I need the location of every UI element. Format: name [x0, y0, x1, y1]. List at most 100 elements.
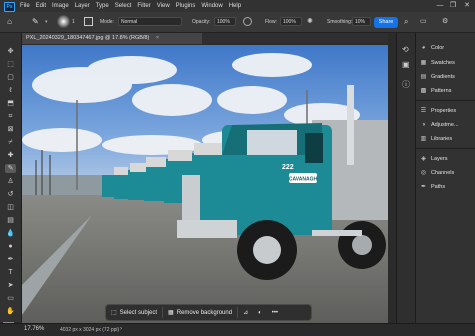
panel-adjustments[interactable]: ◑ Adjustme... [420, 119, 459, 131]
menu-type[interactable]: Type [96, 3, 109, 9]
info-icon[interactable]: ⓘ [402, 79, 410, 90]
panel-libraries[interactable]: ▥ Libraries [420, 133, 452, 145]
flow-label: Flow: [265, 19, 277, 25]
transform-button[interactable]: ⊿ [238, 309, 253, 316]
swatches-icon: ▦ [420, 59, 427, 66]
opacity-label: Opacity: [192, 19, 211, 25]
eraser-tool-icon[interactable]: ◫ [5, 203, 16, 212]
adjustments-icon: ◑ [421, 121, 426, 128]
history-brush-tool-icon[interactable]: ↺ [5, 190, 16, 199]
brush-settings-icon[interactable] [84, 17, 93, 26]
truck-brand-text: CAVANAGH [289, 177, 318, 183]
share-button[interactable]: Share [374, 17, 398, 28]
panel-label: Color [431, 45, 445, 51]
panel-swatches[interactable]: ▦ Swatches [420, 57, 455, 69]
fuel-tank [312, 230, 362, 236]
panel-paths[interactable]: ✒ Paths [420, 181, 445, 193]
opacity-field[interactable]: 100% [214, 17, 236, 26]
close-window-button[interactable]: ✕ [461, 1, 473, 11]
artboard-tool-icon[interactable]: ⬚ [5, 60, 16, 69]
document-image: CAVANAGH 222 [22, 45, 388, 323]
adjust-icon: ◐ [258, 309, 262, 316]
search-icon[interactable]: ⌕ [404, 17, 408, 27]
eyedropper-tool-icon[interactable]: ⌿ [5, 138, 16, 147]
path-selection-tool-icon[interactable]: ➤ [5, 281, 16, 290]
menu-layer[interactable]: Layer [75, 3, 90, 9]
brush-tool-icon-active[interactable]: ✎ [5, 164, 16, 173]
panel-layers[interactable]: ◈ Layers [420, 153, 448, 165]
bumper [177, 220, 237, 238]
minimize-button[interactable]: — [434, 1, 446, 11]
blur-tool-icon[interactable]: 💧 [5, 229, 16, 238]
workspace-icon[interactable]: ▭ [420, 17, 427, 25]
remove-background-button[interactable]: ▦ Remove background [163, 309, 237, 317]
mode-select[interactable]: Normal [118, 17, 182, 26]
brush-preset-icon[interactable] [57, 15, 70, 28]
move-tool-icon[interactable]: ✥ [5, 47, 16, 56]
canvas-area[interactable]: CAVANAGH 222 [22, 45, 388, 323]
contextual-task-bar: ⬚ Select subject ▦ Remove background ⊿ ◐… [105, 304, 312, 321]
menu-filter[interactable]: Filter [137, 3, 150, 9]
panel-patterns[interactable]: ▩ Patterns [420, 85, 452, 97]
hand-tool-icon[interactable]: ✋ [5, 307, 16, 316]
document-tab-title: PXL_20240329_180347467.jpg @ 17.8% (RGB/… [26, 35, 150, 41]
panel-label: Channels [431, 170, 455, 176]
pen-tool-icon[interactable]: ✒ [5, 255, 16, 264]
gradient-tool-icon[interactable]: ▤ [5, 216, 16, 225]
healing-brush-tool-icon[interactable]: ✚ [5, 151, 16, 160]
transform-icon: ⊿ [243, 310, 249, 316]
menu-help[interactable]: Help [229, 3, 241, 9]
marquee-tool-icon[interactable]: ▢ [5, 73, 16, 82]
menu-items: File Edit Image Layer Type Select Filter… [20, 0, 241, 12]
panel-channels[interactable]: ◎ Channels [420, 167, 454, 179]
menu-plugins[interactable]: Plugins [176, 3, 196, 9]
panel-gradients[interactable]: ▤ Gradients [420, 71, 455, 83]
layers-icon: ◈ [421, 155, 426, 162]
menu-image[interactable]: Image [52, 3, 69, 9]
panel-color[interactable]: ◕ Color [420, 42, 444, 54]
frame-tool-icon[interactable]: ⊠ [5, 125, 16, 134]
object-selection-tool-icon[interactable]: ⬒ [5, 99, 16, 108]
menu-select[interactable]: Select [115, 3, 132, 9]
menu-edit[interactable]: Edit [36, 3, 46, 9]
tab-close-icon[interactable]: × [156, 35, 159, 41]
more-options-button[interactable]: ••• [267, 310, 283, 316]
panel-label: Adjustme... [431, 122, 459, 128]
adjust-button[interactable]: ◐ [253, 310, 267, 316]
panel-divider [416, 148, 475, 149]
clone-stamp-tool-icon[interactable]: ♙ [5, 177, 16, 186]
rectangle-tool-icon[interactable]: ▭ [5, 294, 16, 303]
zoom-level[interactable]: 17.76% [24, 326, 44, 332]
smoothing-field[interactable]: 10% [352, 17, 371, 26]
windshield [247, 130, 297, 155]
brush-tool-icon[interactable]: ✎ [32, 16, 43, 27]
crop-tool-icon[interactable]: ⌗ [5, 112, 16, 121]
home-icon[interactable]: ⌂ [4, 16, 15, 27]
menu-file[interactable]: File [20, 3, 30, 9]
panel-label: Layers [431, 156, 448, 162]
type-tool-icon[interactable]: T [5, 268, 16, 277]
menu-bar: Ps File Edit Image Layer Type Select Fil… [0, 0, 475, 12]
select-subject-button[interactable]: ⬚ Select subject [106, 309, 162, 317]
status-bar: 17.76% 4032 px x 3024 px (72 ppi) › [0, 323, 475, 336]
chevron-down-icon[interactable]: ▾ [45, 19, 48, 25]
document-tab[interactable]: PXL_20240329_180347467.jpg @ 17.8% (RGB/… [22, 33, 202, 44]
menu-window[interactable]: Window [201, 3, 222, 9]
chevron-right-icon[interactable]: › [120, 326, 122, 332]
remove-background-icon: ▦ [168, 310, 174, 316]
panel-properties[interactable]: ☰ Properties [420, 105, 456, 117]
exhaust-stack [347, 85, 354, 165]
airbrush-icon[interactable]: ✺ [307, 17, 316, 26]
lasso-tool-icon[interactable]: ℓ [5, 86, 16, 95]
maximize-button[interactable]: ❐ [447, 1, 459, 11]
libraries-icon: ▥ [420, 135, 427, 142]
smoothing-label: Smoothing: [327, 19, 353, 25]
panel-icon-strip: ⟲ ▣ ⓘ [396, 33, 415, 323]
settings-icon[interactable]: ⚙ [442, 17, 448, 25]
history-icon[interactable]: ⟲ [402, 45, 409, 54]
menu-view[interactable]: View [157, 3, 170, 9]
comments-icon[interactable]: ▣ [402, 60, 410, 69]
pressure-opacity-icon[interactable] [243, 17, 252, 26]
dodge-tool-icon[interactable]: ● [5, 242, 16, 251]
flow-field[interactable]: 100% [280, 17, 302, 26]
